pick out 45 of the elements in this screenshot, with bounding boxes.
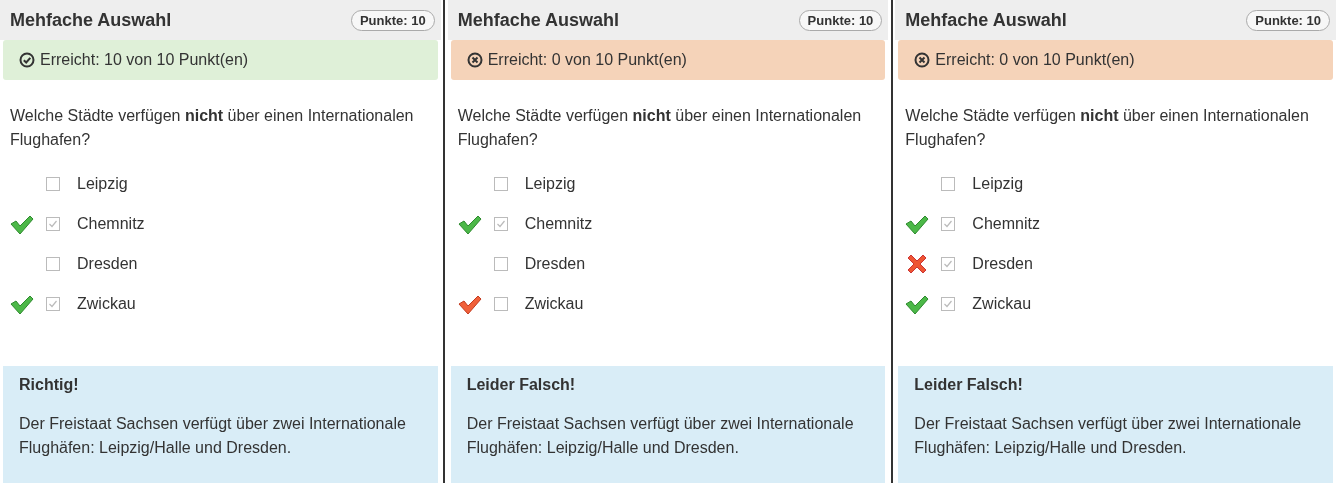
option-label[interactable]: Zwickau	[524, 295, 584, 313]
checkbox[interactable]	[941, 217, 956, 231]
circle-x-icon	[914, 52, 931, 68]
checkbox[interactable]	[46, 257, 60, 271]
circle-x-icon	[466, 52, 483, 68]
question-text: Welche Städte verfügen nicht über einen Internationalen Flughafen?	[905, 106, 1310, 150]
points-badge: Punkte: 10	[350, 9, 435, 31]
question-text: Welche Städte verfügen nicht über einen Internationalen Flughafen?	[10, 106, 415, 150]
feedback-title: Richtig!	[19, 376, 80, 394]
circle-check-icon	[19, 52, 35, 68]
checkbox[interactable]	[941, 257, 956, 271]
checkbox[interactable]	[493, 257, 508, 271]
feedback-text: Der Freistaat Sachsen verfügt über zwei Internationale Flughäfen: Leipzig/Halle und Dresden.	[914, 414, 1303, 458]
option-label[interactable]: Leipzig	[524, 175, 576, 193]
option-label[interactable]: Dresden	[972, 255, 1033, 273]
option-label[interactable]: Chemnitz	[524, 215, 593, 233]
panel-title: Mehfache Auswahl	[905, 9, 1067, 31]
result-text: Erreicht: 10 von 10 Punkt(en)	[40, 51, 249, 69]
checkbox[interactable]	[46, 217, 60, 231]
feedback-text: Der Freistaat Sachsen verfügt über zwei Internationale Flughäfen: Leipzig/Halle und Dresden.	[466, 414, 855, 458]
result-text: Erreicht: 0 von 10 Punkt(en)	[487, 51, 687, 69]
question-text: Welche Städte verfügen nicht über einen Internationalen Flughafen?	[457, 106, 863, 150]
feedback-title: Leider Falsch!	[914, 376, 1024, 394]
option-label[interactable]: Leipzig	[972, 175, 1024, 193]
option-label[interactable]: Dresden	[77, 255, 138, 273]
panel-title: Mehfache Auswahl	[457, 9, 620, 31]
checkbox[interactable]	[46, 297, 60, 311]
checkbox[interactable]	[941, 177, 956, 191]
feedback-title: Leider Falsch!	[466, 376, 577, 394]
result-text: Erreicht: 0 von 10 Punkt(en)	[935, 51, 1135, 69]
points-badge: Punkte: 10	[1246, 9, 1330, 31]
checkbox[interactable]	[46, 177, 60, 191]
option-label[interactable]: Chemnitz	[77, 215, 145, 233]
option-label[interactable]: Leipzig	[77, 175, 128, 193]
checkbox[interactable]	[493, 177, 508, 191]
points-badge: Punkte: 10	[798, 9, 883, 31]
option-label[interactable]: Chemnitz	[972, 215, 1040, 233]
option-label[interactable]: Zwickau	[77, 295, 136, 313]
checkbox[interactable]	[493, 297, 508, 311]
checkbox[interactable]	[493, 217, 508, 231]
panel-title: Mehfache Auswahl	[10, 9, 172, 31]
option-label[interactable]: Dresden	[524, 255, 586, 273]
option-label[interactable]: Zwickau	[972, 295, 1032, 313]
checkbox[interactable]	[941, 297, 956, 311]
feedback-text: Der Freistaat Sachsen verfügt über zwei Internationale Flughäfen: Leipzig/Halle und Dresden.	[19, 414, 407, 458]
